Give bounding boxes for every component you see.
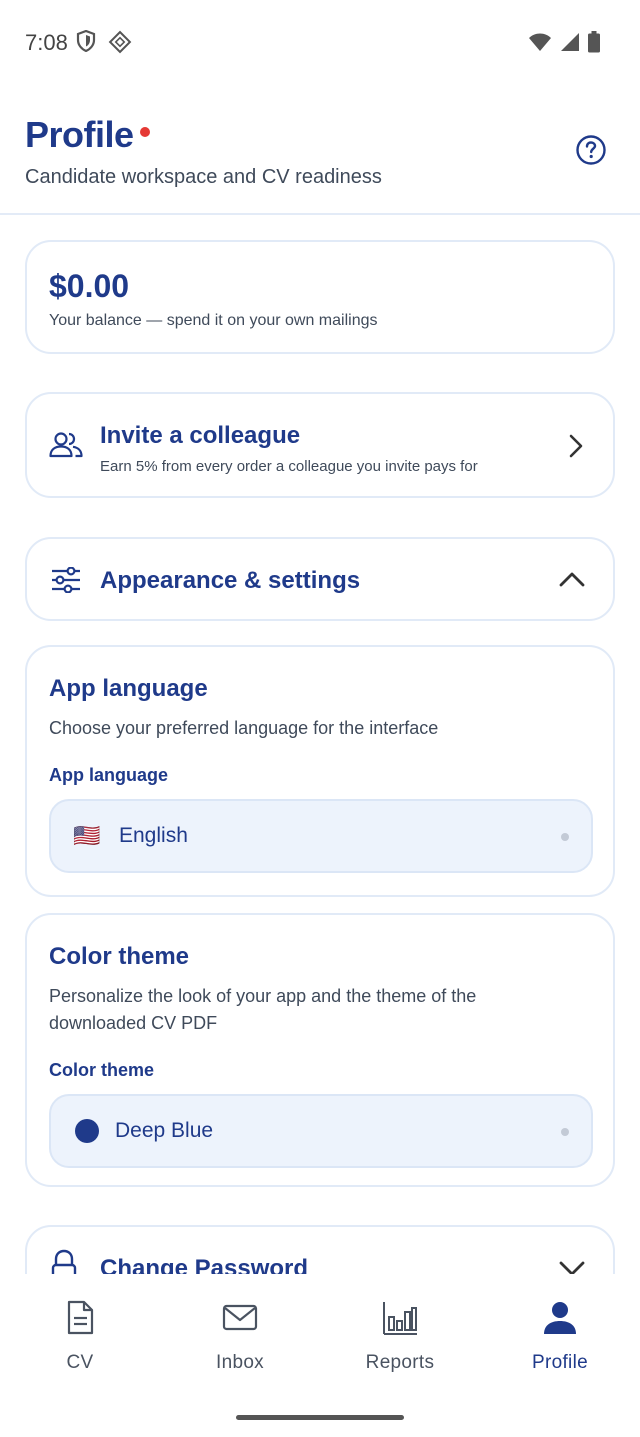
- nav-label-profile: Profile: [532, 1352, 588, 1373]
- language-selected-value: English: [119, 824, 188, 847]
- chevron-right-icon: [569, 434, 583, 463]
- balance-caption: Your balance — spend it on your own mail…: [49, 312, 378, 329]
- balance-card: $0.00 Your balance — spend it on your ow…: [25, 240, 615, 354]
- language-title: App language: [49, 675, 208, 702]
- language-description: Choose your preferred language for the i…: [49, 718, 439, 738]
- document-icon: [62, 1300, 98, 1336]
- chevron-up-icon: [559, 571, 585, 592]
- nav-label-reports: Reports: [365, 1352, 435, 1373]
- mail-icon: [222, 1300, 258, 1336]
- nav-item-inbox[interactable]: Inbox: [160, 1274, 320, 1384]
- change-password-toggle[interactable]: Change Password: [25, 1225, 615, 1274]
- balance-amount: $0.00: [49, 268, 130, 304]
- signal-icon: [560, 32, 580, 57]
- nav-item-reports[interactable]: Reports: [320, 1274, 480, 1384]
- appearance-title: Appearance & settings: [100, 567, 361, 594]
- wifi-icon: [528, 32, 552, 57]
- page-title: Profile: [25, 114, 134, 155]
- theme-field-label: Color theme: [49, 1060, 155, 1080]
- nav-item-profile[interactable]: Profile: [480, 1274, 640, 1384]
- page-header: Profile Candidate workspace and CV readi…: [0, 84, 640, 215]
- nav-label-cv: CV: [66, 1352, 94, 1373]
- nav-item-cv[interactable]: CV: [0, 1274, 160, 1384]
- page-subtitle: Candidate workspace and CV readiness: [25, 166, 382, 188]
- status-bar: 7:08: [0, 0, 640, 84]
- color-theme-section: Color theme Personalize the look of your…: [25, 913, 615, 1187]
- diamond-app-icon: [108, 30, 132, 59]
- notification-dot: [140, 127, 150, 137]
- person-icon: [542, 1300, 578, 1336]
- bar-chart-icon: [382, 1300, 418, 1336]
- bottom-nav: CV Inbox Reports Profile: [0, 1274, 640, 1384]
- shield-icon: [76, 29, 96, 59]
- app-language-section: App language Choose your preferred langu…: [25, 645, 615, 897]
- invite-title: Invite a colleague: [100, 422, 301, 449]
- chevron-down-icon: [559, 1261, 585, 1274]
- home-indicator[interactable]: [236, 1415, 404, 1420]
- language-field-label: App language: [49, 765, 169, 785]
- battery-icon: [588, 31, 600, 58]
- help-button[interactable]: [576, 135, 606, 165]
- password-title: Change Password: [100, 1255, 309, 1274]
- lock-icon: [51, 1249, 77, 1274]
- theme-select[interactable]: Deep Blue: [49, 1094, 593, 1168]
- sliders-icon: [51, 566, 81, 598]
- color-swatch: [75, 1119, 99, 1143]
- select-indicator-icon: [561, 833, 569, 841]
- appearance-settings-toggle[interactable]: Appearance & settings: [25, 537, 615, 621]
- status-time: 7:08: [25, 30, 68, 55]
- people-icon: [49, 432, 83, 463]
- help-icon: [576, 135, 606, 165]
- invite-colleague-card[interactable]: Invite a colleague Earn 5% from every or…: [25, 392, 615, 498]
- theme-description: Personalize the look of your app and the…: [49, 986, 477, 1033]
- invite-caption: Earn 5% from every order a colleague you…: [100, 458, 478, 475]
- nav-label-inbox: Inbox: [216, 1352, 264, 1373]
- language-select[interactable]: 🇺🇸 English: [49, 799, 593, 873]
- profile-content[interactable]: $0.00 Your balance — spend it on your ow…: [0, 216, 640, 1274]
- us-flag-icon: 🇺🇸: [73, 823, 101, 848]
- select-indicator-icon: [561, 1128, 569, 1136]
- theme-title: Color theme: [49, 943, 190, 970]
- theme-selected-value: Deep Blue: [115, 1119, 214, 1142]
